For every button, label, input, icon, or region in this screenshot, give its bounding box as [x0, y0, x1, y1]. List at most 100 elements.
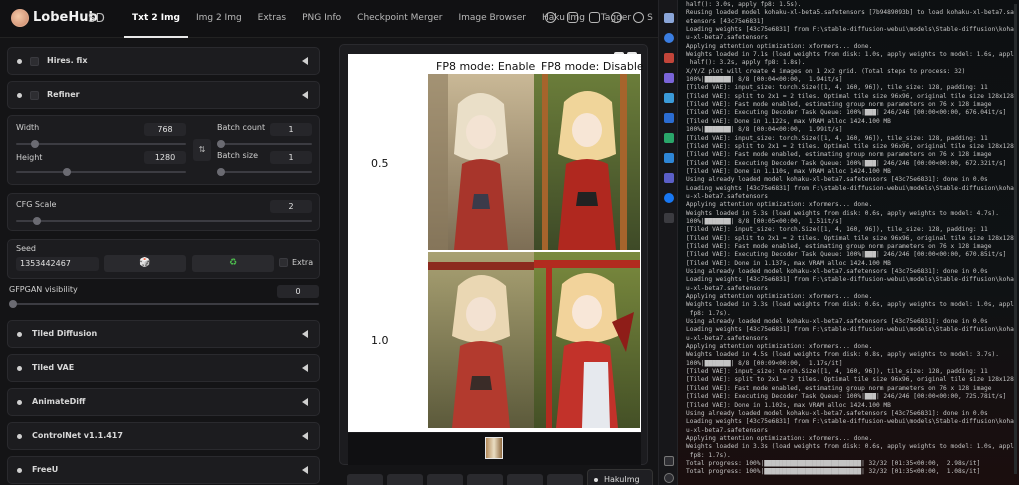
- console-line: [Tiled VAE]: Done in 1.122s, max VRAM al…: [686, 117, 891, 125]
- word-icon[interactable]: [664, 113, 674, 123]
- row-header: 0.5: [371, 157, 389, 170]
- console-line: Weights loaded in 3.3s (load weights fro…: [686, 443, 1016, 451]
- console-line: [Tiled VAE]: input_size: torch.Size([1, …: [686, 134, 988, 142]
- extra-seed-checkbox[interactable]: [279, 258, 288, 267]
- github-icon[interactable]: [567, 12, 578, 23]
- recycle-icon: ♻: [228, 258, 238, 268]
- zip-button[interactable]: [427, 474, 463, 485]
- tab-txt2img[interactable]: Txt 2 Img: [124, 0, 188, 38]
- reuse-seed-button[interactable]: ♻: [192, 255, 274, 272]
- tab-png-info[interactable]: PNG Info: [294, 0, 349, 38]
- console-line: Weights loaded in 7.1s (load weights fro…: [686, 51, 1016, 59]
- theme-toggle-icon[interactable]: [611, 12, 622, 23]
- swap-dimensions-button[interactable]: ⇅: [193, 139, 211, 161]
- send-to-img2img-button[interactable]: [467, 474, 503, 485]
- gfpgan-input[interactable]: 0: [277, 285, 319, 298]
- search-icon[interactable]: [664, 13, 674, 23]
- xyz-plot-grid[interactable]: FP8 mode: Enable FP8 mode: Disable 0.5 1…: [348, 54, 644, 432]
- cfg-slider[interactable]: [16, 217, 312, 225]
- discord-icon[interactable]: [589, 12, 600, 23]
- console-line: Loading weights [43c75e6831] from F:\sta…: [686, 418, 1016, 426]
- animatediff-accordion[interactable]: AnimateDiff: [7, 388, 320, 416]
- console-line: half(): 3.0s, apply fp8: 1.5s).: [686, 1, 802, 8]
- hires-fix-checkbox[interactable]: [30, 57, 39, 66]
- send-to-inpaint-button[interactable]: [507, 474, 543, 485]
- gear-icon[interactable]: [633, 12, 644, 23]
- tab-checkpoint-merger[interactable]: Checkpoint Merger: [349, 0, 450, 38]
- refiner-checkbox[interactable]: [30, 91, 39, 100]
- batch-count-slider[interactable]: [217, 140, 312, 148]
- add-icon[interactable]: [664, 213, 674, 223]
- app-icon[interactable]: [664, 53, 674, 63]
- width-input[interactable]: 768: [144, 123, 186, 136]
- webui-window: LobeHub SD Txt 2 Img Img 2 Img Extras PN…: [0, 0, 658, 485]
- extra-label: Extra: [292, 258, 314, 267]
- edge-icon[interactable]: [664, 33, 674, 43]
- console-line: etensors [43c75e6831]: [686, 17, 765, 25]
- width-slider[interactable]: [16, 140, 186, 148]
- gallery-thumbnail[interactable]: [485, 437, 503, 459]
- batch-count-input[interactable]: 1: [270, 123, 312, 136]
- console-line: [Tiled VAE]: Done in 1.110s, max VRAM al…: [686, 167, 891, 175]
- height-input[interactable]: 1280: [144, 151, 186, 164]
- chevron-left-icon[interactable]: [302, 91, 308, 99]
- haku-img-button[interactable]: HakuImg: [587, 469, 653, 485]
- facebook-icon[interactable]: [664, 193, 674, 203]
- gfpgan-slider-knob[interactable]: [9, 300, 17, 308]
- generated-image[interactable]: [534, 252, 640, 428]
- random-seed-button[interactable]: 🎲: [104, 255, 186, 272]
- batch-size-slider[interactable]: [217, 168, 312, 176]
- batch-size-input[interactable]: 1: [270, 151, 312, 164]
- console-line: [Tiled VAE]: input_size: torch.Size([1, …: [686, 226, 988, 234]
- mail-icon[interactable]: [664, 93, 674, 103]
- generated-image[interactable]: [428, 252, 534, 428]
- chevron-left-icon[interactable]: [302, 432, 308, 440]
- teams-icon[interactable]: [664, 173, 674, 183]
- freeu-accordion[interactable]: FreeU: [7, 456, 320, 484]
- height-slider-knob[interactable]: [63, 168, 71, 176]
- haku-img-label: HakuImg: [604, 475, 640, 484]
- refiner-accordion[interactable]: Refiner: [7, 81, 320, 109]
- store-icon[interactable]: [664, 73, 674, 83]
- excel-icon[interactable]: [664, 133, 674, 143]
- console-line: X/Y/Z plot will create 4 images on 1 2x2…: [686, 67, 966, 75]
- panel-icon[interactable]: [664, 456, 674, 466]
- tab-image-browser[interactable]: Image Browser: [450, 0, 534, 38]
- console-line: Weights loaded in 4.5s (load weights fro…: [686, 351, 999, 359]
- settings-icon[interactable]: [545, 12, 556, 23]
- console-line: Reusing loaded model kohaku-xl-beta5.saf…: [686, 9, 1016, 17]
- tiled-diffusion-accordion[interactable]: Tiled Diffusion: [7, 320, 320, 348]
- width-slider-knob[interactable]: [30, 140, 39, 148]
- chevron-left-icon[interactable]: [302, 398, 308, 406]
- gfpgan-slider[interactable]: [9, 300, 319, 308]
- generated-image[interactable]: [428, 74, 534, 250]
- batch-count-knob[interactable]: [217, 140, 225, 148]
- console-line: u-xl-beta7.safetensors: [686, 284, 768, 292]
- seed-input[interactable]: 1353442467: [16, 257, 99, 271]
- console-line: [Tiled VAE]: Executing Decoder Task Queu…: [686, 251, 1007, 259]
- controlnet-accordion[interactable]: ControlNet v1.1.417: [7, 422, 320, 450]
- cfg-input[interactable]: 2: [270, 200, 312, 213]
- settings-icon[interactable]: [664, 473, 674, 483]
- folder-button[interactable]: [347, 474, 383, 485]
- hires-fix-accordion[interactable]: Hires. fix: [7, 47, 320, 75]
- tab-img2img[interactable]: Img 2 Img: [188, 0, 250, 38]
- console-scrollbar[interactable]: [1014, 4, 1017, 474]
- dice-icon: 🎲: [139, 258, 151, 268]
- tab-extras[interactable]: Extras: [250, 0, 294, 38]
- tiled-vae-accordion[interactable]: Tiled VAE: [7, 354, 320, 382]
- height-slider[interactable]: [16, 168, 186, 176]
- chevron-left-icon[interactable]: [302, 364, 308, 372]
- chevron-left-icon[interactable]: [302, 466, 308, 474]
- cfg-slider-knob[interactable]: [32, 217, 41, 225]
- chevron-left-icon[interactable]: [302, 57, 308, 65]
- col-header: FP8 mode: Enable: [436, 60, 536, 73]
- generated-image[interactable]: [534, 74, 640, 250]
- console-line: [Tiled VAE]: Fast mode enabled, estimati…: [686, 151, 992, 159]
- save-button[interactable]: [387, 474, 423, 485]
- col-header: FP8 mode: Disable: [541, 60, 644, 73]
- chevron-left-icon[interactable]: [302, 330, 308, 338]
- send-to-extras-button[interactable]: [547, 474, 583, 485]
- batch-size-knob[interactable]: [217, 168, 225, 176]
- outlook-icon[interactable]: [664, 153, 674, 163]
